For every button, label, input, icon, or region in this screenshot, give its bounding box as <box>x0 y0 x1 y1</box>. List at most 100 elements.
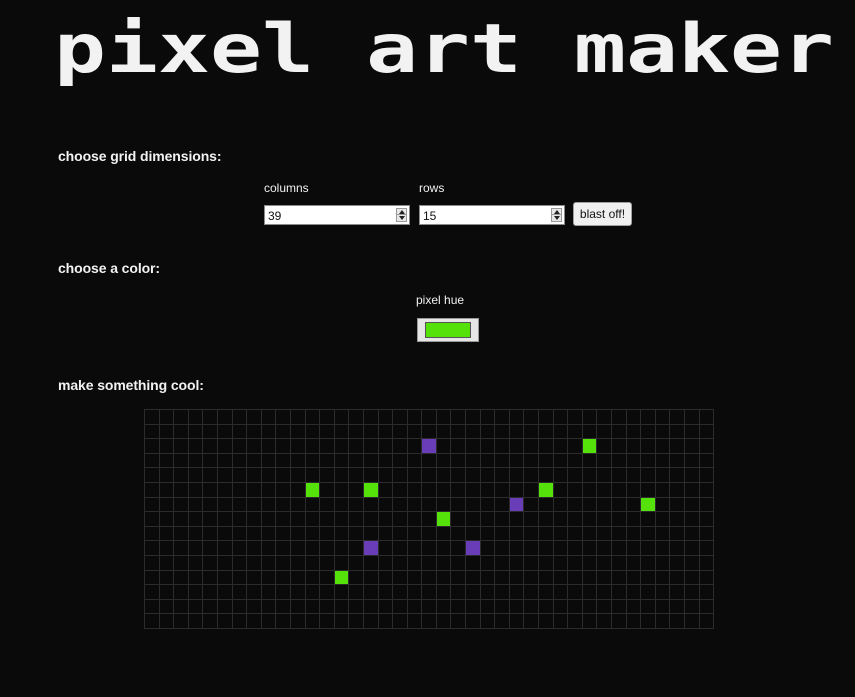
canvas-cell[interactable] <box>625 540 642 556</box>
canvas-cell[interactable] <box>479 511 496 527</box>
canvas-cell[interactable] <box>596 554 612 571</box>
canvas-cell[interactable] <box>377 452 394 469</box>
canvas-cell[interactable] <box>158 540 175 556</box>
canvas-cell[interactable] <box>173 598 189 615</box>
canvas-cell[interactable] <box>173 496 189 513</box>
canvas-cell[interactable] <box>683 613 700 629</box>
canvas-cell[interactable] <box>494 613 510 629</box>
canvas-cell[interactable] <box>508 525 525 542</box>
canvas-cell[interactable] <box>202 467 218 483</box>
canvas-cell[interactable] <box>144 511 160 527</box>
canvas-cell[interactable] <box>435 598 452 615</box>
canvas-cell[interactable] <box>319 554 335 571</box>
canvas-cell[interactable] <box>552 554 569 571</box>
canvas-cell[interactable] <box>567 496 583 513</box>
canvas-cell[interactable] <box>289 569 306 586</box>
canvas-cell[interactable] <box>538 584 554 600</box>
canvas-cell[interactable] <box>158 496 175 513</box>
canvas-cell[interactable] <box>625 554 642 571</box>
canvas-cell[interactable] <box>348 481 364 498</box>
canvas-cell[interactable] <box>275 423 291 440</box>
canvas-cell[interactable] <box>523 409 540 425</box>
canvas-cell[interactable] <box>581 481 598 498</box>
canvas-cell[interactable] <box>698 496 715 513</box>
canvas-cell[interactable] <box>640 540 656 556</box>
canvas-cell[interactable] <box>654 452 671 469</box>
canvas-cell[interactable] <box>377 525 394 542</box>
canvas-cell[interactable] <box>158 613 175 629</box>
canvas-cell[interactable] <box>552 452 569 469</box>
canvas-cell[interactable] <box>508 569 525 586</box>
canvas-cell[interactable] <box>465 598 481 615</box>
canvas-cell[interactable] <box>567 481 583 498</box>
canvas-cell[interactable] <box>377 554 394 571</box>
canvas-cell[interactable] <box>260 613 277 629</box>
canvas-cell[interactable] <box>596 481 612 498</box>
canvas-cell[interactable] <box>304 496 321 513</box>
canvas-cell[interactable] <box>450 452 467 469</box>
canvas-cell[interactable] <box>581 511 598 527</box>
canvas-cell[interactable] <box>538 452 554 469</box>
canvas-cell[interactable] <box>392 409 408 425</box>
canvas-cell[interactable] <box>508 554 525 571</box>
canvas-cell[interactable] <box>158 409 175 425</box>
canvas-cell[interactable] <box>202 496 218 513</box>
canvas-cell[interactable] <box>435 584 452 600</box>
canvas-cell[interactable] <box>289 613 306 629</box>
canvas-cell[interactable] <box>683 540 700 556</box>
canvas-cell[interactable] <box>304 540 321 556</box>
canvas-cell[interactable] <box>552 525 569 542</box>
canvas-cell[interactable] <box>304 511 321 527</box>
canvas-cell[interactable] <box>450 569 467 586</box>
canvas-cell[interactable] <box>698 481 715 498</box>
canvas-cell[interactable] <box>187 481 204 498</box>
canvas-cell[interactable] <box>508 438 525 454</box>
canvas-cell[interactable] <box>348 511 364 527</box>
spinner-down-icon[interactable] <box>399 216 405 220</box>
canvas-cell[interactable] <box>319 452 335 469</box>
canvas-cell[interactable] <box>465 511 481 527</box>
canvas-cell[interactable] <box>465 409 481 425</box>
canvas-cell[interactable] <box>523 598 540 615</box>
canvas-cell[interactable] <box>348 423 364 440</box>
canvas-cell[interactable] <box>406 598 423 615</box>
canvas-cell[interactable] <box>698 554 715 571</box>
canvas-cell[interactable] <box>187 423 204 440</box>
canvas-cell[interactable] <box>406 584 423 600</box>
canvas-cell[interactable] <box>421 525 437 542</box>
canvas-cell[interactable] <box>538 511 554 527</box>
canvas-cell[interactable] <box>450 540 467 556</box>
canvas-cell[interactable] <box>523 423 540 440</box>
canvas-cell[interactable] <box>494 423 510 440</box>
canvas-cell[interactable] <box>538 409 554 425</box>
canvas-cell[interactable] <box>319 511 335 527</box>
canvas-cell[interactable] <box>216 613 233 629</box>
canvas-cell[interactable] <box>202 438 218 454</box>
canvas-cell[interactable] <box>362 511 379 527</box>
canvas-cell[interactable] <box>392 613 408 629</box>
canvas-cell[interactable] <box>362 423 379 440</box>
canvas-cell[interactable] <box>187 613 204 629</box>
canvas-cell[interactable] <box>581 423 598 440</box>
canvas-cell[interactable] <box>289 584 306 600</box>
canvas-cell[interactable] <box>333 438 350 454</box>
canvas-cell[interactable] <box>552 438 569 454</box>
canvas-cell[interactable] <box>494 554 510 571</box>
canvas-cell[interactable] <box>144 423 160 440</box>
canvas-cell[interactable] <box>362 525 379 542</box>
canvas-cell[interactable] <box>640 525 656 542</box>
canvas-cell[interactable] <box>450 423 467 440</box>
canvas-cell[interactable] <box>348 438 364 454</box>
canvas-cell[interactable] <box>523 540 540 556</box>
canvas-cell[interactable] <box>246 452 262 469</box>
canvas-cell[interactable] <box>494 467 510 483</box>
canvas-cell[interactable] <box>421 613 437 629</box>
canvas-cell[interactable] <box>654 467 671 483</box>
canvas-cell[interactable] <box>669 423 685 440</box>
canvas-cell[interactable] <box>567 540 583 556</box>
canvas-cell[interactable] <box>611 540 627 556</box>
canvas-cell[interactable] <box>173 481 189 498</box>
canvas-cell[interactable] <box>406 409 423 425</box>
canvas-cell[interactable] <box>625 613 642 629</box>
canvas-cell[interactable] <box>275 511 291 527</box>
